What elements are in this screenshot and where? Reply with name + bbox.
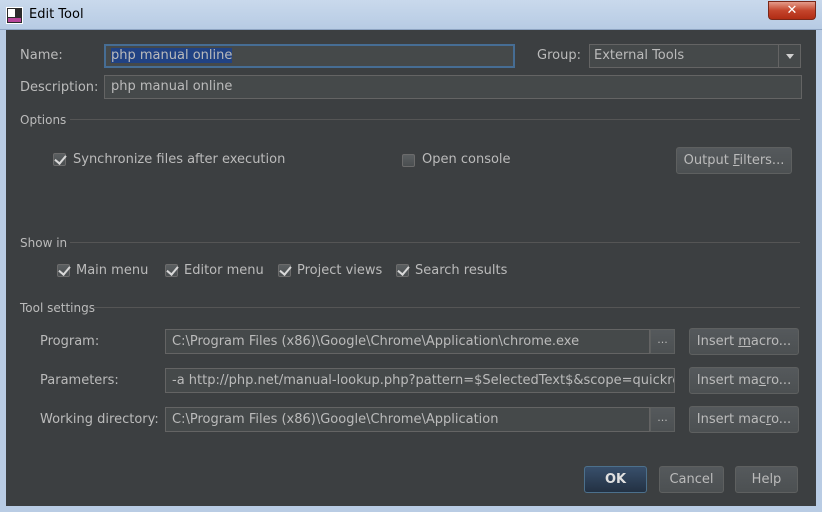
insert-macro-params-mnemonic: c xyxy=(758,373,767,388)
name-field[interactable]: php manual online xyxy=(104,44,515,68)
project-views-checkbox[interactable] xyxy=(278,264,291,277)
sync-files-checkbox[interactable] xyxy=(53,153,66,166)
search-results-label: Search results xyxy=(415,263,508,278)
program-label: Program: xyxy=(40,334,100,349)
title-bar: Edit Tool ✕ xyxy=(0,0,822,30)
insert-macro-label-post: acro... xyxy=(750,334,792,349)
help-button[interactable]: Help xyxy=(735,466,798,493)
insert-macro-mnemonic: m xyxy=(738,334,751,349)
description-field-text: php manual online xyxy=(111,79,233,94)
insert-macro-label-pre: Insert xyxy=(696,334,739,349)
group-select[interactable]: External Tools xyxy=(589,44,801,68)
description-label: Description: xyxy=(20,80,99,95)
options-separator xyxy=(70,119,800,120)
insert-macro-parameters-button[interactable]: Insert macro... xyxy=(689,367,799,394)
window-frame-bottom xyxy=(0,506,822,512)
program-browse-button[interactable]: ... xyxy=(650,329,675,354)
window-title: Edit Tool xyxy=(29,7,84,22)
parameters-field[interactable]: -a http://php.net/manual-lookup.php?patt… xyxy=(165,368,675,393)
insert-macro-program-button[interactable]: Insert macro... xyxy=(689,328,799,355)
editor-menu-label: Editor menu xyxy=(184,263,264,278)
open-console-label: Open console xyxy=(422,152,511,167)
project-views-label: Project views xyxy=(297,263,383,278)
program-field[interactable]: C:\Program Files (x86)\Google\Chrome\App… xyxy=(165,329,650,354)
name-label: Name: xyxy=(20,48,63,63)
search-results-checkbox[interactable] xyxy=(396,264,409,277)
tool-settings-separator xyxy=(94,307,800,308)
working-directory-browse-button[interactable]: ... xyxy=(650,407,675,432)
working-directory-label: Working directory: xyxy=(40,412,159,427)
output-filters-label-pre: Output xyxy=(683,153,733,168)
insert-macro-params-label-post: ro... xyxy=(766,373,792,388)
open-console-checkbox[interactable] xyxy=(402,154,415,167)
main-menu-checkbox[interactable] xyxy=(57,264,70,277)
program-field-text: C:\Program Files (x86)\Google\Chrome\App… xyxy=(172,334,580,349)
insert-macro-params-label-pre: Insert ma xyxy=(696,373,759,388)
parameters-field-text: -a http://php.net/manual-lookup.php?patt… xyxy=(172,373,675,388)
chevron-down-icon[interactable] xyxy=(778,45,800,67)
insert-macro-working-directory-button[interactable]: Insert macro... xyxy=(689,406,799,433)
insert-macro-dir-label-post: o... xyxy=(771,412,792,427)
options-section-label: Options xyxy=(20,113,67,127)
sync-files-label: Synchronize files after execution xyxy=(73,152,286,167)
name-field-text: php manual online xyxy=(111,48,233,63)
tool-settings-section-label: Tool settings xyxy=(20,301,95,315)
ok-button[interactable]: OK xyxy=(584,466,647,493)
cancel-button[interactable]: Cancel xyxy=(659,466,724,493)
insert-macro-dir-label-pre: Insert mac xyxy=(696,412,766,427)
editor-menu-checkbox[interactable] xyxy=(165,264,178,277)
working-directory-field-text: C:\Program Files (x86)\Google\Chrome\App… xyxy=(172,412,499,427)
working-directory-field[interactable]: C:\Program Files (x86)\Google\Chrome\App… xyxy=(165,407,650,432)
output-filters-label-post: ilters... xyxy=(739,153,785,168)
main-menu-label: Main menu xyxy=(76,263,149,278)
group-select-value: External Tools xyxy=(594,48,685,63)
phpstorm-app-icon xyxy=(6,7,23,24)
output-filters-button[interactable]: Output Filters... xyxy=(676,147,792,174)
group-label: Group: xyxy=(537,48,581,63)
show-in-section-label: Show in xyxy=(20,236,68,250)
show-in-separator xyxy=(70,242,800,243)
description-field[interactable]: php manual online xyxy=(104,75,802,99)
close-icon[interactable]: ✕ xyxy=(768,1,816,20)
window-frame-right xyxy=(816,30,822,512)
parameters-label: Parameters: xyxy=(40,373,119,388)
